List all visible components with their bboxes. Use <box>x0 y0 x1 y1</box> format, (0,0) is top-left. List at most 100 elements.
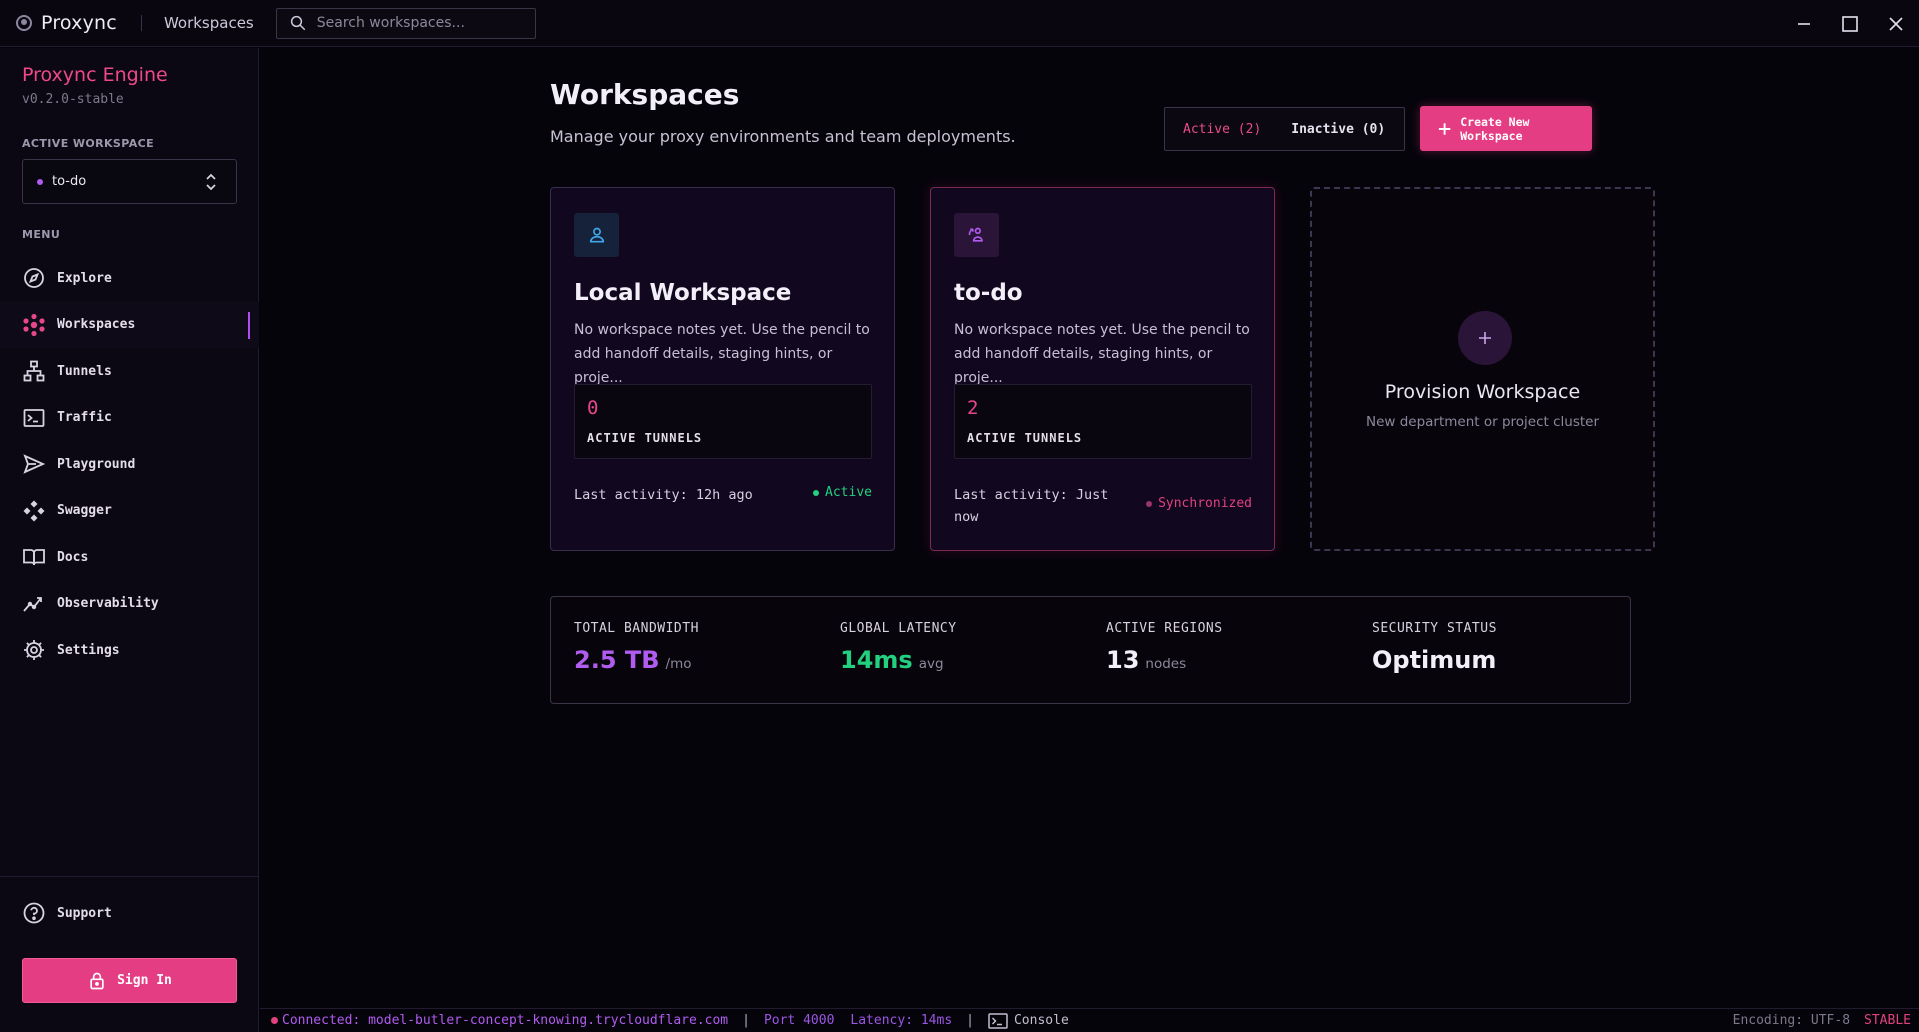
sidebar-item-tunnels[interactable]: Tunnels <box>0 348 259 395</box>
workspace-card-todo[interactable]: to-do No workspace notes yet. Use the pe… <box>930 187 1275 551</box>
compass-icon <box>24 268 44 289</box>
page-subtitle: Manage your proxy environments and team … <box>550 127 1016 146</box>
global-stats-panel: TOTAL BANDWIDTH 2.5 TB/mo GLOBAL LATENCY… <box>550 596 1631 704</box>
status-label: Synchronized <box>1158 496 1252 511</box>
sign-in-label: Sign In <box>117 973 172 988</box>
minimize-button[interactable] <box>1781 0 1827 47</box>
status-right: Encoding: UTF-8 STABLE <box>1733 1013 1911 1028</box>
sidebar-item-explore[interactable]: Explore <box>0 255 259 302</box>
tunnel-count: 0 <box>587 397 599 419</box>
search-input[interactable] <box>316 15 517 31</box>
kpi-value: 13 <box>1106 646 1140 674</box>
workspace-select[interactable]: to-do <box>22 159 237 204</box>
kpi-label: TOTAL BANDWIDTH <box>574 621 699 636</box>
help-icon <box>23 902 45 924</box>
sidebar-item-docs[interactable]: Docs <box>0 534 259 581</box>
status-badge: Active <box>813 485 872 500</box>
provision-subtitle: New department or project cluster <box>1365 414 1600 430</box>
status-bar: Connected: model-butler-concept-knowing.… <box>260 1008 1919 1032</box>
sidebar-nav: Explore Workspaces Tunnels Traffic Playg… <box>0 255 259 674</box>
status-separator: | <box>966 1013 974 1028</box>
maximize-icon <box>1842 15 1858 32</box>
support-link[interactable]: Support <box>22 901 112 925</box>
maximize-button[interactable] <box>1827 0 1873 47</box>
kpi-label: GLOBAL LATENCY <box>840 621 957 636</box>
tunnel-stat-box: 2 ACTIVE TUNNELS <box>954 384 1252 459</box>
tunnel-count: 2 <box>967 397 979 419</box>
filter-inactive-tab[interactable]: Inactive (0) <box>1291 122 1385 137</box>
provision-workspace-card[interactable]: Provision Workspace New department or pr… <box>1310 187 1655 551</box>
active-workspace-label: ACTIVE WORKSPACE <box>22 137 154 150</box>
card-description: No workspace notes yet. Use the pencil t… <box>574 322 870 386</box>
support-label: Support <box>57 905 112 921</box>
kpi-unit: /mo <box>665 656 692 672</box>
chevron-updown-icon <box>206 173 216 191</box>
lock-icon <box>90 972 104 989</box>
card-title: to-do <box>954 280 1023 306</box>
breadcrumb[interactable]: Workspaces <box>164 14 254 32</box>
kpi-value: 14ms <box>840 646 913 674</box>
workspace-card-local[interactable]: Local Workspace No workspace notes yet. … <box>550 187 895 551</box>
minimize-icon <box>1798 22 1810 25</box>
channel-status: STABLE <box>1864 1013 1911 1028</box>
hub-icon <box>23 313 45 336</box>
sidebar-item-label: Workspaces <box>57 317 136 333</box>
create-workspace-label: Create New Workspace <box>1460 114 1530 143</box>
app-logo-icon <box>16 15 32 31</box>
title-divider <box>140 15 142 31</box>
status-dot <box>813 489 820 496</box>
sidebar-item-observability[interactable]: Observability <box>0 581 259 628</box>
workspace-select-value: to-do <box>52 174 87 189</box>
terminal-icon <box>988 1012 1008 1029</box>
send-icon <box>23 454 46 474</box>
search-icon <box>290 15 306 31</box>
status-separator: | <box>742 1013 750 1028</box>
kpi-label: ACTIVE REGIONS <box>1106 621 1223 636</box>
create-workspace-button[interactable]: Create New Workspace <box>1420 106 1592 151</box>
add-workspace-circle[interactable] <box>1458 311 1512 365</box>
sidebar-item-label: Swagger <box>57 503 112 519</box>
card-icon-box <box>954 213 999 257</box>
main-content: Workspaces Manage your proxy environment… <box>260 48 1919 1008</box>
kpi-unit: nodes <box>1145 656 1187 672</box>
page-title: Workspaces <box>550 78 740 111</box>
title-bar: Proxync Workspaces <box>0 0 1919 47</box>
filter-active-tab[interactable]: Active (2) <box>1183 122 1261 137</box>
search-box[interactable] <box>275 7 536 39</box>
sidebar-item-playground[interactable]: Playground <box>0 441 259 488</box>
port-status: Port 4000 <box>763 1013 835 1028</box>
kpi-security: SECURITY STATUS Optimum <box>1372 621 1497 674</box>
status-dot <box>1146 500 1153 507</box>
console-button[interactable]: Console <box>988 1012 1069 1029</box>
provision-title: Provision Workspace <box>1384 381 1581 403</box>
workspace-status-dot <box>37 178 43 185</box>
close-icon <box>1889 16 1903 31</box>
last-activity: Last activity: Just now <box>954 487 1109 525</box>
window-controls <box>1781 0 1919 47</box>
sidebar-item-traffic[interactable]: Traffic <box>0 395 259 442</box>
api-icon <box>23 500 45 522</box>
encoding-status[interactable]: Encoding: UTF-8 <box>1733 1013 1850 1028</box>
kpi-value: Optimum <box>1372 646 1497 674</box>
sidebar-divider <box>0 876 259 877</box>
sidebar-item-label: Settings <box>57 642 120 658</box>
sidebar-item-workspaces[interactable]: Workspaces <box>0 301 259 348</box>
kpi-value: 2.5 TB <box>574 646 660 674</box>
sidebar-item-label: Explore <box>57 270 112 286</box>
latency-status: Latency: 14ms <box>850 1013 953 1028</box>
console-label: Console <box>1013 1013 1069 1028</box>
sidebar-item-settings[interactable]: Settings <box>0 627 259 674</box>
workspace-filter: Active (2) Inactive (0) <box>1164 107 1405 151</box>
trend-icon <box>23 596 42 612</box>
tunnel-stat-box: 0 ACTIVE TUNNELS <box>574 384 872 459</box>
close-button[interactable] <box>1873 0 1919 47</box>
tunnel-count-label: ACTIVE TUNNELS <box>587 431 703 445</box>
network-icon <box>23 360 45 382</box>
plus-icon <box>1479 332 1491 344</box>
sidebar-item-swagger[interactable]: Swagger <box>0 488 259 535</box>
app-name: Proxync <box>41 12 117 34</box>
sidebar-item-label: Docs <box>57 549 89 565</box>
sign-in-button[interactable]: Sign In <box>22 958 237 1003</box>
sidebar-item-label: Observability <box>57 596 159 612</box>
connection-status[interactable]: Connected: model-butler-concept-knowing.… <box>282 1013 728 1028</box>
